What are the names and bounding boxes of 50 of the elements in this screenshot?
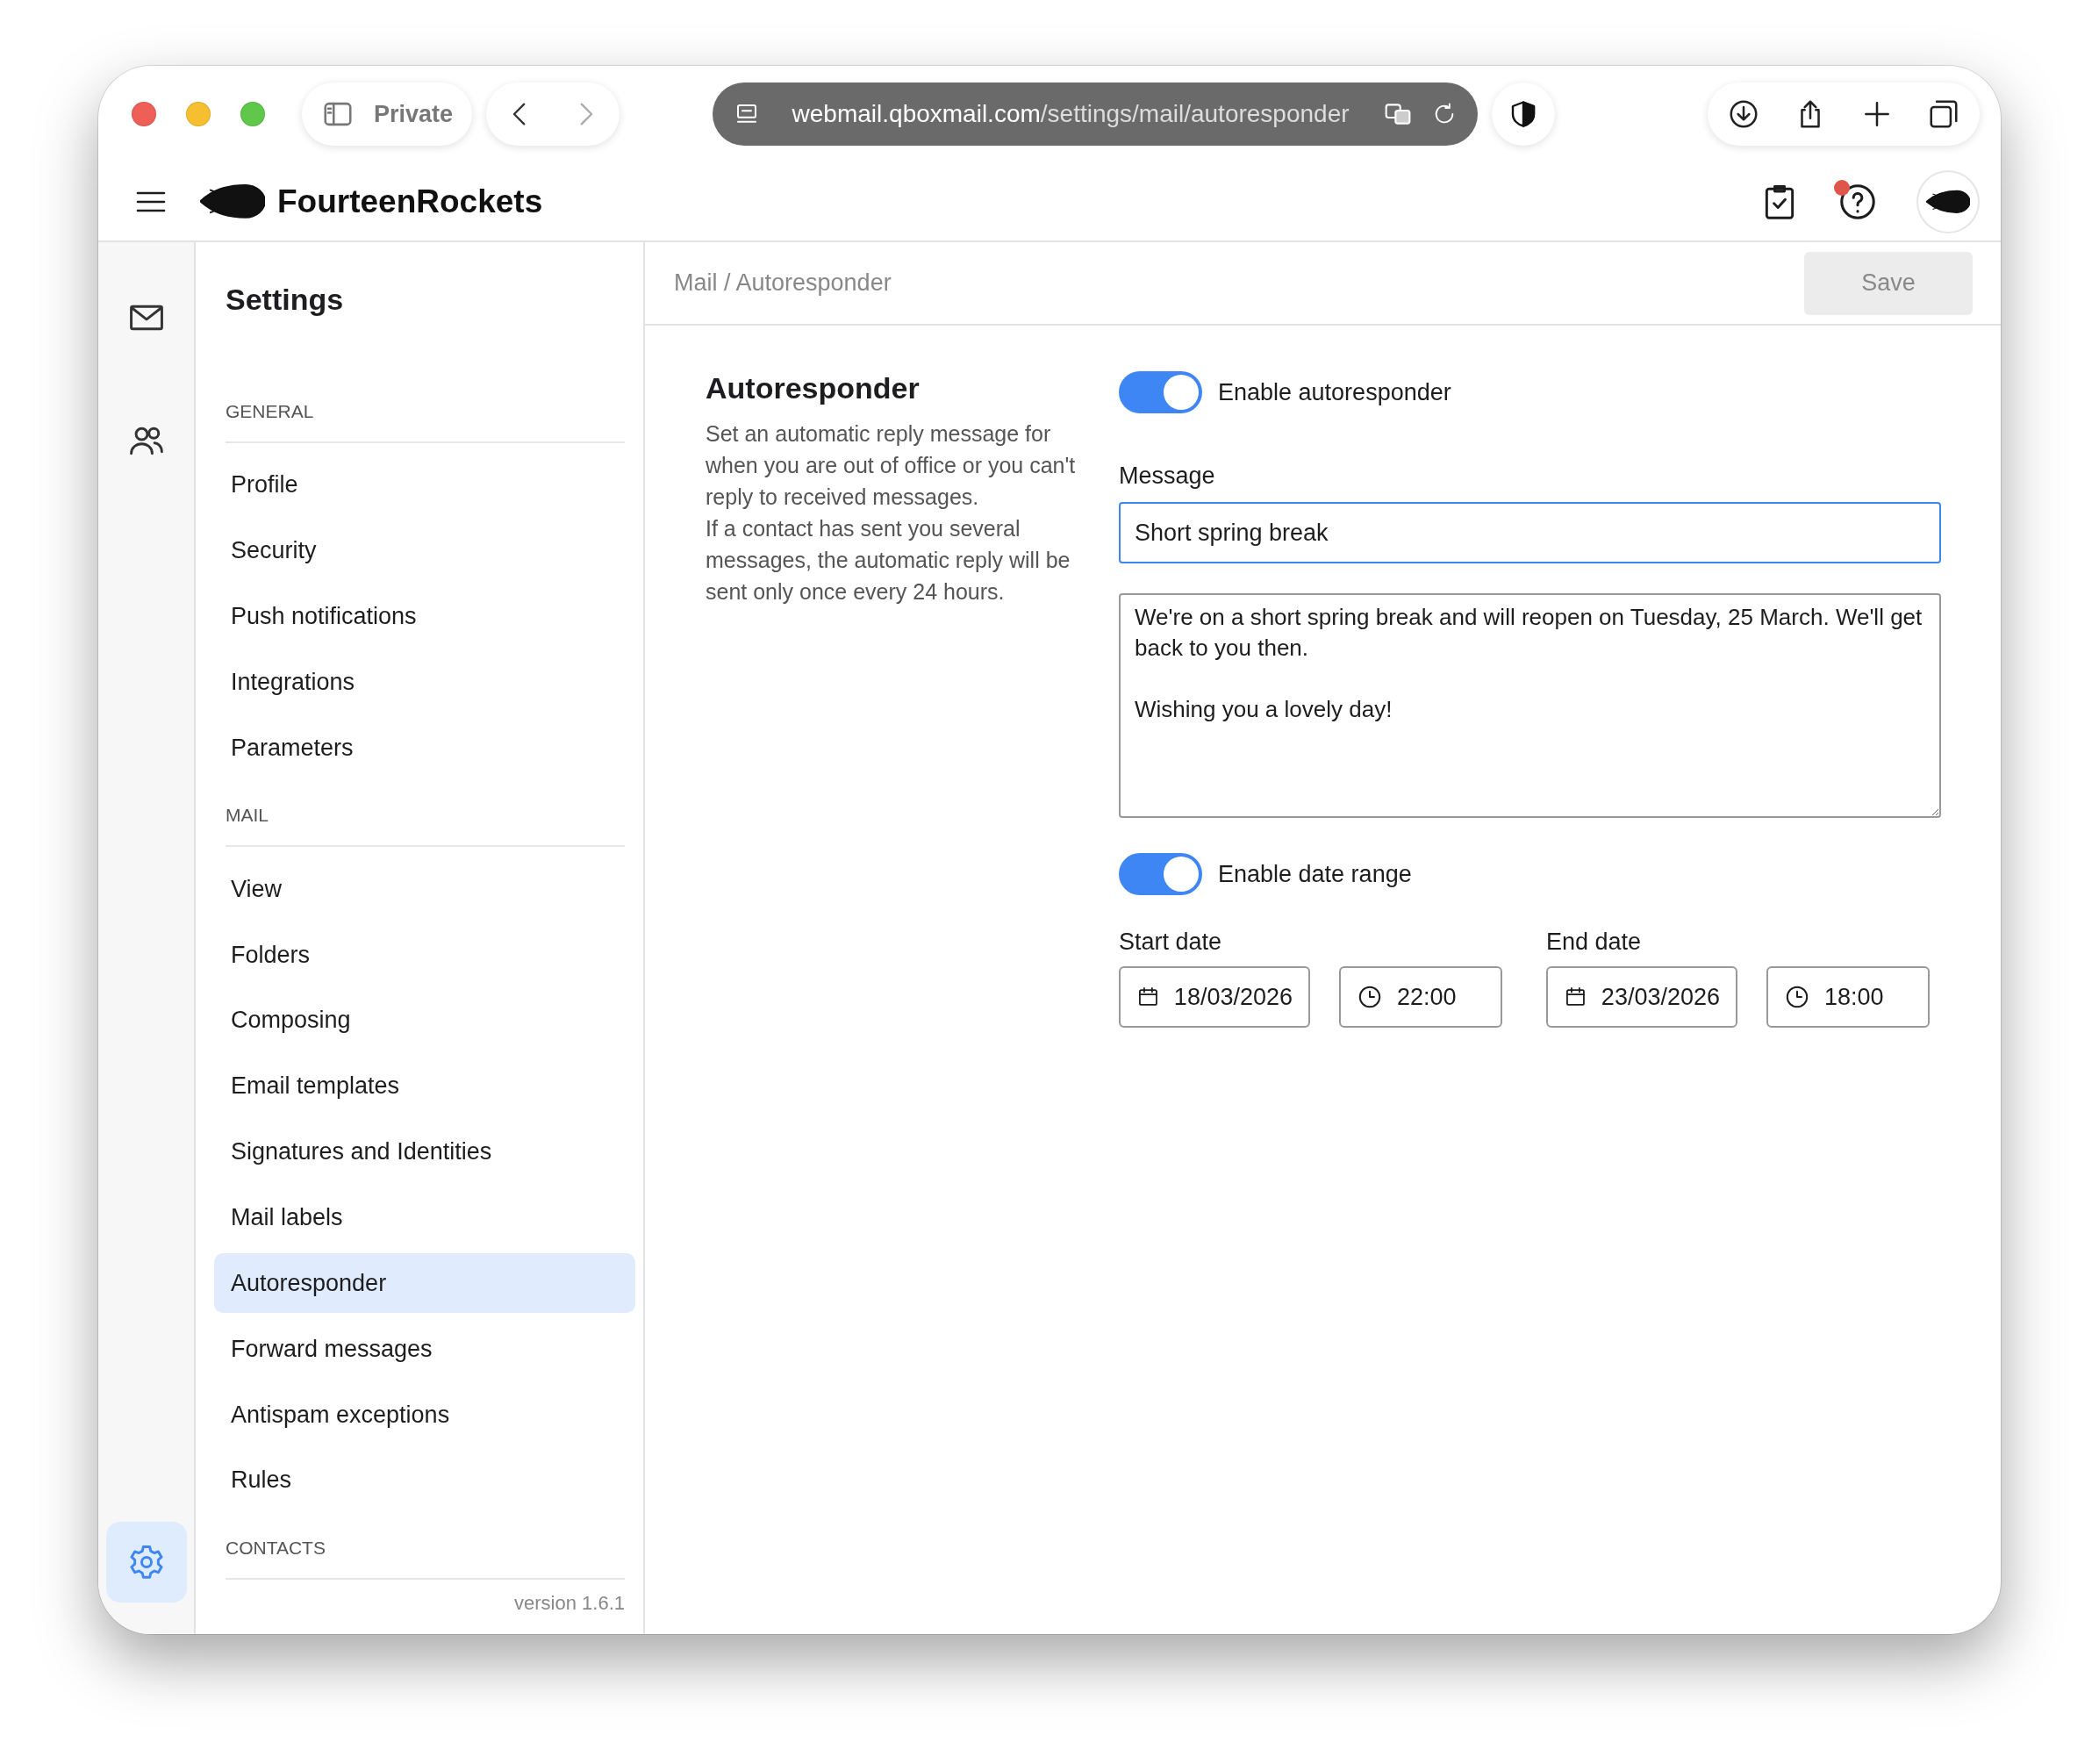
nav-item[interactable]: Signatures and Identities [214,1122,635,1182]
zoom-button[interactable] [240,102,265,126]
breadcrumb: Mail / Autoresponder [674,269,892,297]
nav-item[interactable]: Parameters [214,718,635,778]
nav-item[interactable]: Push notifications [214,586,635,647]
section-heading: MAIL [226,792,625,848]
nav-item[interactable]: Rules [214,1451,635,1510]
settings-title: Settings [226,283,345,317]
description-text: If a contact has sent you several messages, the automatic reply will be sent only once every 24 hours. [706,515,1071,606]
nav-item[interactable]: Composing [214,991,635,1051]
address-bar[interactable]: webmail.qboxmail.com/settings/mail/autoresponder [713,82,1479,146]
nav-item[interactable]: Folders [214,925,635,985]
subject-field[interactable]: Short spring break [1119,502,1941,563]
section-heading: GENERAL [226,389,625,443]
clock-icon [1784,984,1810,1010]
field-label: Message [1119,463,1216,490]
minimize-button[interactable] [186,102,211,126]
version-text: version 1.6.1 [513,1592,625,1615]
nav-item[interactable]: Email templates [214,1056,635,1116]
section-heading: CONTACTS [226,1524,625,1580]
nav-item[interactable]: Antispam exceptions [214,1385,635,1445]
clock-icon [1357,984,1383,1010]
close-button[interactable] [132,102,156,126]
private-tab-button[interactable]: Private [302,82,473,146]
time-field[interactable]: 22:00 [1339,966,1502,1028]
url-text: webmail.qboxmail.com/settings/mail/autoresponder [791,100,1350,128]
toggle-label: Enable date range [1218,860,1412,888]
toggle-label: Enable autoresponder [1218,378,1451,406]
date-field[interactable]: 18/03/2026 [1119,966,1310,1028]
tabs-icon [1927,97,1960,131]
nav-item[interactable]: View [214,859,635,920]
nav-item[interactable]: Mail labels [214,1187,635,1248]
message-body-field[interactable]: We're on a short spring break and will reopen on Tuesday, 25 March. We'll get back to you then. Wishing you a lovely day! [1119,593,1941,818]
nav-item[interactable]: Autoresponder [214,1253,635,1314]
toggle-switch[interactable] [1119,853,1202,895]
description-text: Set an automatic reply message for when you are out of office or you can't reply to received messages. [706,420,1077,511]
nav-item[interactable]: Forward messages [214,1319,635,1380]
time-field[interactable]: 18:00 [1766,966,1930,1028]
section-title: Autoresponder [706,371,921,405]
nav-item[interactable]: Integrations [214,652,635,713]
date-label: Start date [1119,929,1223,956]
date-label: End date [1546,929,1643,956]
settings-button[interactable] [105,1522,187,1603]
toggle-switch[interactable] [1119,371,1202,413]
date-field[interactable]: 23/03/2026 [1546,966,1737,1028]
nav-item[interactable]: Security [214,520,635,581]
rocket-logo [1926,189,1970,214]
avatar[interactable] [1918,171,1978,232]
brand-name: FourteenRockets [277,183,543,220]
nav-item[interactable]: Profile [214,455,635,515]
